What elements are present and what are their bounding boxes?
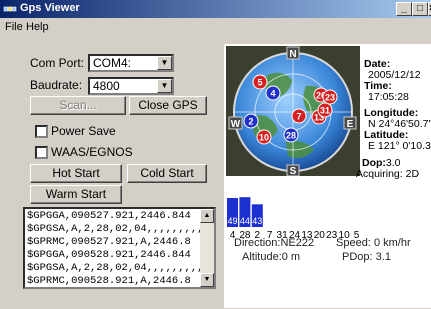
compass-north: N <box>289 49 296 60</box>
power-save-label: Power Save <box>51 124 116 138</box>
nmea-line: $GPGGA,090528.921,2446.844 <box>27 249 191 261</box>
pdop-value: 3.1 <box>375 251 391 263</box>
compass-east: E <box>347 119 354 130</box>
title-bar: Gps Viewer _ □ × <box>0 0 431 18</box>
acquiring-value: 2D <box>405 168 420 180</box>
com-port-select[interactable]: COM4: ▼ <box>88 54 174 72</box>
cold-start-button[interactable]: Cold Start <box>127 164 207 183</box>
snr-label: 44 <box>240 216 250 226</box>
nmea-line: $GPGGA,090527.921,2446.844 <box>27 210 191 222</box>
baudrate-label: Baudrate: <box>30 78 83 92</box>
satellite-id-label: 28 <box>286 131 296 141</box>
com-port-label: Com Port: <box>30 56 85 70</box>
satellite-marker-7: 7 <box>291 108 307 124</box>
hot-start-button[interactable]: Hot Start <box>30 164 122 183</box>
satellite-id-label: 23 <box>325 93 335 103</box>
speed-value: 0 km/hr <box>373 237 411 249</box>
compass-west: W <box>231 119 241 130</box>
menu-help[interactable]: Help <box>26 21 49 33</box>
baudrate-select[interactable]: 4800 ▼ <box>88 77 174 95</box>
minimize-button[interactable]: _ <box>396 2 412 16</box>
power-save-checkbox[interactable] <box>35 125 48 138</box>
scroll-down-icon[interactable]: ▼ <box>200 273 214 287</box>
satellite-marker-10: 10 <box>256 129 272 145</box>
satellite-id-label: 2 <box>248 117 253 127</box>
satellite-marker-23: 23 <box>322 89 338 105</box>
scroll-up-icon[interactable]: ▲ <box>200 209 214 223</box>
satellite-id-label: 31 <box>320 106 330 116</box>
baudrate-value: 4800 <box>93 79 120 93</box>
close-gps-button[interactable]: Close GPS <box>129 96 207 115</box>
window-title: Gps Viewer <box>20 2 80 14</box>
menu-file[interactable]: File <box>5 21 23 33</box>
waas-egnos-checkbox[interactable] <box>35 146 48 159</box>
altitude-value: 0 m <box>281 251 301 263</box>
snr-label: 43 <box>252 216 262 226</box>
sky-view: N E S W 54220237 133110 28 <box>226 46 360 176</box>
menu-bar: File Help <box>0 18 431 36</box>
latitude-value: E 121° 0'10.3" <box>368 140 431 152</box>
altitude-label: Altitude: <box>242 251 282 263</box>
warm-start-button[interactable]: Warm Start <box>30 185 122 204</box>
com-port-value: COM4: <box>93 56 132 70</box>
acquiring-label: Acquiring: <box>356 168 403 180</box>
speed-readout: Speed: 0 km/hr <box>336 237 411 249</box>
compass-south: S <box>290 166 297 176</box>
nmea-line: $GPRMC,090528.921,A,2446.8 <box>27 275 191 287</box>
maximize-button[interactable]: □ <box>412 2 428 16</box>
snr-label: 49 <box>227 216 237 226</box>
speed-label: Speed: <box>336 237 371 249</box>
vertical-scrollbar[interactable]: ▲ ▼ <box>200 209 214 287</box>
direction-label: Direction: <box>234 237 281 249</box>
nmea-line: $GPGSA,A,2,28,02,04,,,,,,,,,,3.1, <box>27 223 216 235</box>
pdop-readout: PDop: 3.1 <box>342 251 391 263</box>
nmea-line: $GPRMC,090527.921,A,2446.8 <box>27 236 191 248</box>
altitude-readout: Altitude:0 m <box>242 251 300 263</box>
satellite-marker-4: 4 <box>265 85 281 101</box>
gps-status-panel: N E S W 5 4 2 20 23 7 13 31 10 28 Date: 2005/12/1… <box>224 44 431 308</box>
satellite-marker-2: 2 <box>243 113 259 129</box>
satellite-id-label: 4 <box>270 89 275 99</box>
satellite-id-label: 5 <box>257 78 262 88</box>
satellite-marker-31: 31 <box>317 102 333 118</box>
scan-button[interactable]: Scan... <box>30 96 126 115</box>
signal-strength-chart: 49 44 43 4 28 2 7 31 24 13 20 23 10 5 <box>227 197 360 241</box>
nmea-line: $GPGSA,A,2,28,02,04,,,,,,,,,,3.1, <box>27 262 216 274</box>
satellite-marker-28: 28 <box>283 127 299 143</box>
satellite-id-label: 7 <box>296 112 301 122</box>
direction-value: NE222 <box>280 237 315 249</box>
chevron-down-icon[interactable]: ▼ <box>157 56 172 70</box>
sat-id-label: 20 <box>314 230 326 241</box>
acquiring-readout: Acquiring: 2D <box>356 168 419 180</box>
nmea-listbox[interactable]: $GPGGA,090527.921,2446.844 $GPGSA,A,2,28… <box>23 207 216 289</box>
waas-egnos-label: WAAS/EGNOS <box>51 145 133 159</box>
chevron-down-icon[interactable]: ▼ <box>157 79 172 93</box>
satellite-id-label: 10 <box>259 133 269 143</box>
satellite-marker-5: 5 <box>252 74 268 90</box>
direction-readout: Direction:NE222 <box>234 237 314 249</box>
time-value: 17:05:28 <box>368 91 409 103</box>
pdop-label: PDop: <box>342 251 373 263</box>
satellite-icon <box>3 6 17 12</box>
